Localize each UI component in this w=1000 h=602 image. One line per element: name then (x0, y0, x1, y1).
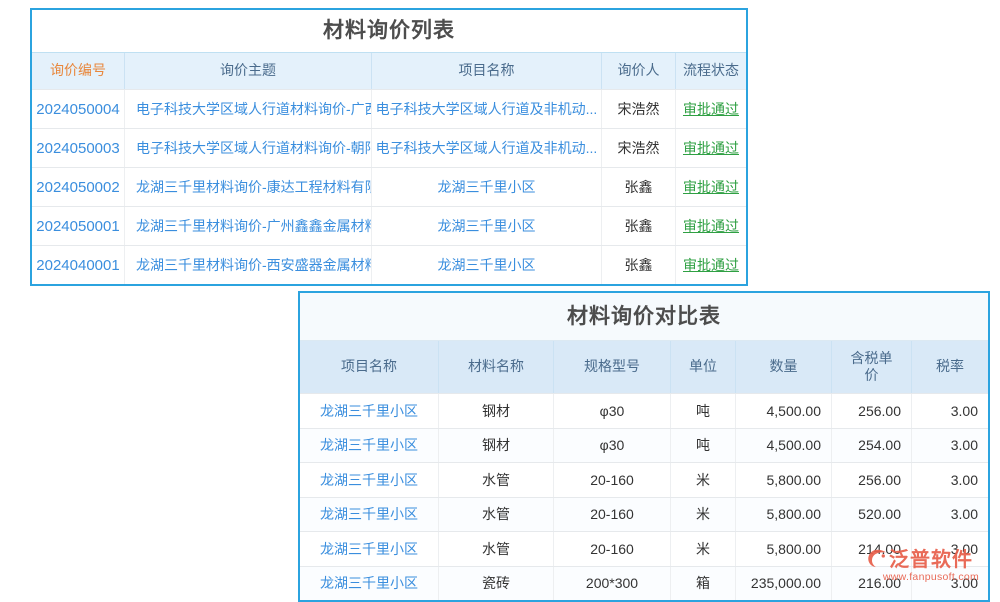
inquiry-topic-link[interactable]: 龙湖三千里材料询价-康达工程材料有限... (125, 168, 372, 206)
unit: 米 (671, 498, 736, 532)
header-project-name: 项目名称 (300, 341, 439, 393)
inquiry-row: 2024050003 电子科技大学区域人行道材料询价-朝阳... 电子科技大学区… (32, 128, 746, 167)
material-name: 水管 (439, 463, 554, 497)
comparison-row: 龙湖三千里小区 钢材 φ30 吨 4,500.00 254.00 3.00 (300, 428, 988, 463)
inquiry-row: 2024050001 龙湖三千里材料询价-广州鑫鑫金属材料... 龙湖三千里小区… (32, 206, 746, 245)
unit: 米 (671, 532, 736, 566)
project-name-link[interactable]: 龙湖三千里小区 (300, 429, 439, 463)
quantity: 5,800.00 (736, 532, 832, 566)
material-name: 水管 (439, 532, 554, 566)
inquiry-row: 2024050002 龙湖三千里材料询价-康达工程材料有限... 龙湖三千里小区… (32, 167, 746, 206)
inquiry-id-link[interactable]: 2024050003 (32, 129, 125, 167)
quantity: 4,500.00 (736, 429, 832, 463)
inquiry-list-panel: 材料询价列表 询价编号 询价主题 项目名称 询价人 流程状态 202405000… (30, 8, 748, 286)
spec-model: 20-160 (554, 532, 671, 566)
unit: 米 (671, 463, 736, 497)
project-name-link[interactable]: 龙湖三千里小区 (300, 463, 439, 497)
inquiry-list-header-row: 询价编号 询价主题 项目名称 询价人 流程状态 (32, 53, 746, 89)
comparison-table-panel: 材料询价对比表 项目名称 材料名称 规格型号 单位 数量 含税单价 税率 龙湖三… (298, 291, 990, 602)
header-tax-rate: 税率 (912, 341, 988, 393)
tax-rate: 3.00 (912, 532, 988, 566)
material-name: 钢材 (439, 394, 554, 428)
tax-rate: 3.00 (912, 567, 988, 601)
spec-model: 20-160 (554, 463, 671, 497)
inquiry-row: 2024050004 电子科技大学区域人行道材料询价-广西... 电子科技大学区… (32, 89, 746, 128)
project-name-link[interactable]: 龙湖三千里小区 (372, 246, 602, 284)
spec-model: 200*300 (554, 567, 671, 601)
tax-inc-price: 214.00 (832, 532, 912, 566)
project-name-link[interactable]: 龙湖三千里小区 (372, 207, 602, 245)
tax-inc-price: 256.00 (832, 394, 912, 428)
project-name-link[interactable]: 龙湖三千里小区 (300, 498, 439, 532)
project-name-link[interactable]: 龙湖三千里小区 (300, 532, 439, 566)
project-name-link[interactable]: 电子科技大学区域人行道及非机动... (372, 90, 602, 128)
project-name-link[interactable]: 龙湖三千里小区 (372, 168, 602, 206)
tax-inc-price: 254.00 (832, 429, 912, 463)
spec-model: φ30 (554, 394, 671, 428)
inquiry-id-link[interactable]: 2024050004 (32, 90, 125, 128)
inquiry-id-link[interactable]: 2024050001 (32, 207, 125, 245)
tax-rate: 3.00 (912, 498, 988, 532)
tax-rate: 3.00 (912, 463, 988, 497)
project-name-link[interactable]: 龙湖三千里小区 (300, 567, 439, 601)
unit: 吨 (671, 429, 736, 463)
material-name: 瓷砖 (439, 567, 554, 601)
project-name-link[interactable]: 龙湖三千里小区 (300, 394, 439, 428)
header-quantity: 数量 (736, 341, 832, 393)
inquiry-id-link[interactable]: 2024050002 (32, 168, 125, 206)
inquiry-person: 张鑫 (602, 207, 676, 245)
status-approved-link[interactable]: 审批通过 (683, 255, 739, 275)
header-inquiry-person[interactable]: 询价人 (602, 53, 676, 89)
spec-model: 20-160 (554, 498, 671, 532)
comparison-table-title: 材料询价对比表 (300, 293, 988, 341)
unit: 箱 (671, 567, 736, 601)
project-name-link[interactable]: 电子科技大学区域人行道及非机动... (372, 129, 602, 167)
inquiry-topic-link[interactable]: 龙湖三千里材料询价-西安盛器金属材料... (125, 246, 372, 284)
header-project-name[interactable]: 项目名称 (372, 53, 602, 89)
inquiry-topic-link[interactable]: 电子科技大学区域人行道材料询价-广西... (125, 90, 372, 128)
comparison-header-row: 项目名称 材料名称 规格型号 单位 数量 含税单价 税率 (300, 341, 988, 393)
tax-inc-price: 256.00 (832, 463, 912, 497)
header-material-name: 材料名称 (439, 341, 554, 393)
comparison-row: 龙湖三千里小区 瓷砖 200*300 箱 235,000.00 216.00 3… (300, 566, 988, 601)
status-approved-link[interactable]: 审批通过 (683, 177, 739, 197)
tax-rate: 3.00 (912, 429, 988, 463)
status-approved-link[interactable]: 审批通过 (683, 138, 739, 158)
comparison-row: 龙湖三千里小区 水管 20-160 米 5,800.00 520.00 3.00 (300, 497, 988, 532)
header-inquiry-id[interactable]: 询价编号 (32, 53, 125, 89)
inquiry-row: 2024040001 龙湖三千里材料询价-西安盛器金属材料... 龙湖三千里小区… (32, 245, 746, 284)
comparison-row: 龙湖三千里小区 水管 20-160 米 5,800.00 256.00 3.00 (300, 462, 988, 497)
unit: 吨 (671, 394, 736, 428)
header-flow-status[interactable]: 流程状态 (676, 53, 746, 89)
inquiry-person: 宋浩然 (602, 90, 676, 128)
tax-rate: 3.00 (912, 394, 988, 428)
quantity: 5,800.00 (736, 463, 832, 497)
header-spec-model: 规格型号 (554, 341, 671, 393)
inquiry-topic-link[interactable]: 龙湖三千里材料询价-广州鑫鑫金属材料... (125, 207, 372, 245)
header-unit: 单位 (671, 341, 736, 393)
quantity: 235,000.00 (736, 567, 832, 601)
inquiry-list-title: 材料询价列表 (32, 10, 746, 53)
comparison-row: 龙湖三千里小区 水管 20-160 米 5,800.00 214.00 3.00 (300, 531, 988, 566)
status-approved-link[interactable]: 审批通过 (683, 216, 739, 236)
quantity: 5,800.00 (736, 498, 832, 532)
inquiry-person: 张鑫 (602, 246, 676, 284)
inquiry-person: 宋浩然 (602, 129, 676, 167)
spec-model: φ30 (554, 429, 671, 463)
header-inquiry-topic[interactable]: 询价主题 (125, 53, 372, 89)
inquiry-person: 张鑫 (602, 168, 676, 206)
inquiry-topic-link[interactable]: 电子科技大学区域人行道材料询价-朝阳... (125, 129, 372, 167)
status-approved-link[interactable]: 审批通过 (683, 99, 739, 119)
inquiry-id-link[interactable]: 2024040001 (32, 246, 125, 284)
tax-inc-price: 520.00 (832, 498, 912, 532)
header-tax-inc-price: 含税单价 (832, 341, 912, 393)
comparison-row: 龙湖三千里小区 钢材 φ30 吨 4,500.00 256.00 3.00 (300, 393, 988, 428)
tax-inc-price: 216.00 (832, 567, 912, 601)
material-name: 钢材 (439, 429, 554, 463)
material-name: 水管 (439, 498, 554, 532)
quantity: 4,500.00 (736, 394, 832, 428)
